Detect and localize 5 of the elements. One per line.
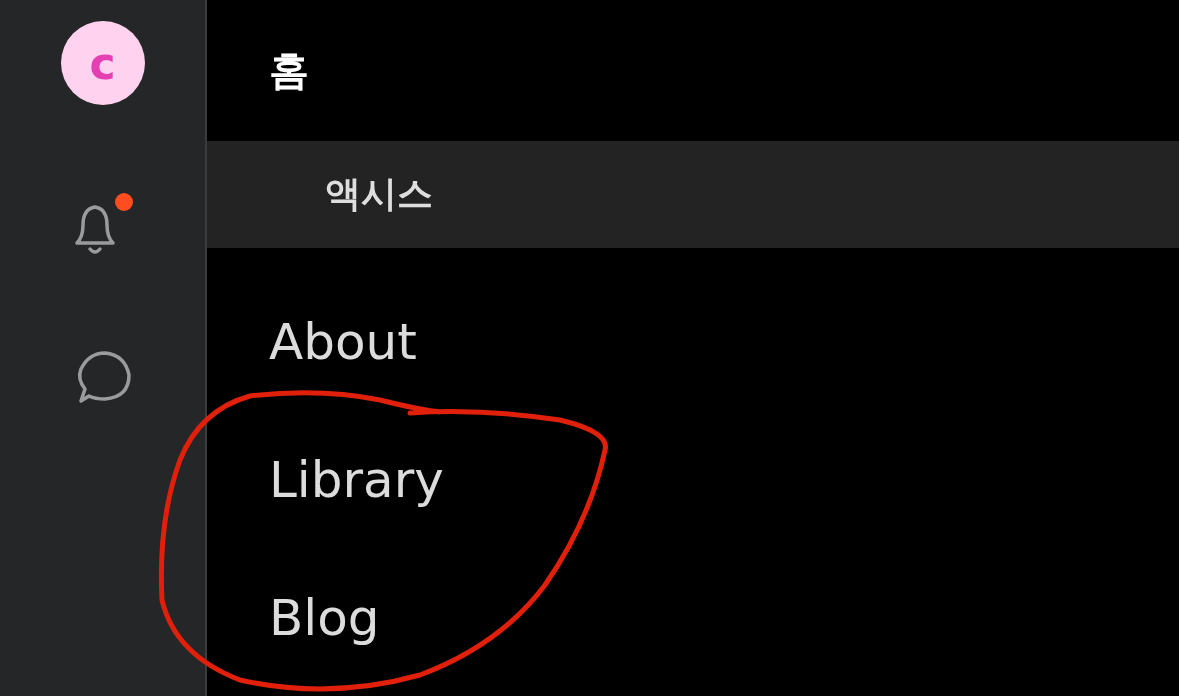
nav-link[interactable]: Blog: [269, 590, 380, 646]
nav-link[interactable]: About: [269, 314, 417, 370]
nav-tab[interactable]: 액시스: [207, 141, 1179, 248]
nav-link[interactable]: Library: [269, 452, 444, 508]
page-title: 홈: [268, 46, 310, 95]
